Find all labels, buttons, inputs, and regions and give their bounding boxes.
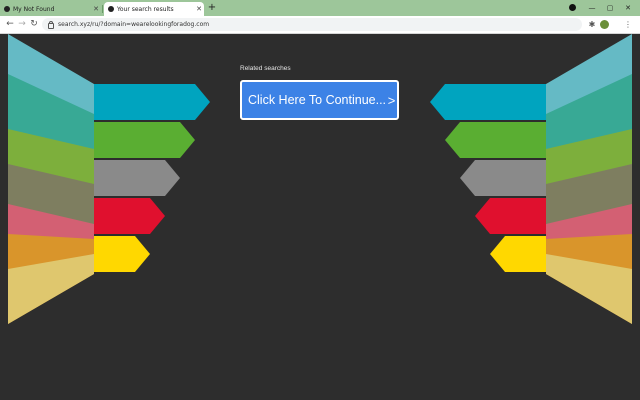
- related-searches-heading: Related searches: [240, 65, 291, 72]
- extensions-icon[interactable]: ✱: [586, 18, 598, 31]
- tab-title: My Not Found: [13, 5, 55, 13]
- left-arrow-red: [94, 198, 165, 234]
- chevron-right-icon: >: [387, 92, 396, 108]
- close-window-icon[interactable]: ✕: [619, 1, 637, 15]
- right-fan: [546, 34, 632, 324]
- left-arrow-yellow: [94, 236, 150, 272]
- left-arrow-green: [94, 122, 195, 158]
- tab-separator: [102, 5, 103, 13]
- browser-toolbar: ← → ↻ search.xyz/ru/?domain=wearelooking…: [0, 16, 640, 34]
- globe-icon: [4, 6, 10, 12]
- continue-button[interactable]: Click Here To Continue... >: [240, 80, 399, 120]
- left-arrow-teal: [94, 84, 210, 120]
- address-text: search.xyz/ru/?domain=wearelookingforado…: [58, 21, 210, 28]
- profile-icon[interactable]: [600, 20, 609, 29]
- right-arrow-teal: [430, 84, 546, 120]
- new-tab-button[interactable]: +: [206, 1, 218, 15]
- tab-my-not-found[interactable]: My Not Found ✕: [0, 2, 101, 16]
- globe-icon: [108, 6, 114, 12]
- continue-button-label: Click Here To Continue...: [248, 93, 387, 107]
- page-content: Related searches Click Here To Continue.…: [0, 34, 640, 400]
- right-arrow-green: [445, 122, 546, 158]
- right-arrow-red: [475, 198, 546, 234]
- back-icon[interactable]: ←: [4, 18, 16, 31]
- forward-icon[interactable]: →: [16, 18, 28, 31]
- left-arrow-gray: [94, 160, 180, 196]
- left-fan: [8, 34, 94, 324]
- maximize-icon[interactable]: ▢: [601, 1, 619, 15]
- right-arrow-yellow: [490, 236, 546, 272]
- profile-indicator-icon[interactable]: [569, 4, 576, 11]
- menu-icon[interactable]: ⋮: [622, 18, 634, 31]
- close-tab-icon[interactable]: ✕: [194, 5, 204, 13]
- right-arrow-gray: [460, 160, 546, 196]
- close-tab-icon[interactable]: ✕: [91, 5, 101, 13]
- address-bar[interactable]: search.xyz/ru/?domain=wearelookingforado…: [42, 18, 582, 31]
- minimize-icon[interactable]: —: [583, 1, 601, 15]
- reload-icon[interactable]: ↻: [28, 18, 40, 31]
- tab-search-results[interactable]: Your search results ✕: [104, 2, 204, 16]
- tab-strip: My Not Found ✕ Your search results ✕ + —…: [0, 0, 640, 16]
- lock-icon[interactable]: [48, 20, 54, 29]
- tab-title: Your search results: [117, 5, 174, 13]
